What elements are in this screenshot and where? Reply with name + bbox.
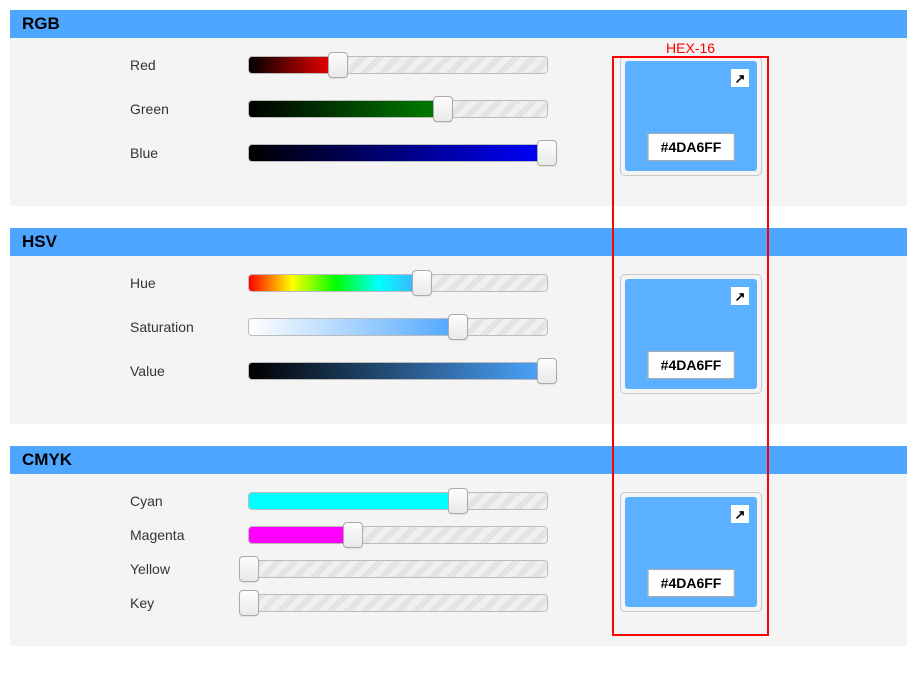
slider-row: Hue <box>130 274 570 292</box>
slider-label-yellow: Yellow <box>130 561 248 577</box>
track-inactive <box>249 595 547 611</box>
blue-slider[interactable] <box>248 144 548 162</box>
slider-label-red: Red <box>130 57 248 73</box>
slider-label-hue: Hue <box>130 275 248 291</box>
slider-thumb[interactable] <box>412 270 432 296</box>
track-active <box>249 363 547 379</box>
track-active <box>249 319 458 335</box>
slider-label-key: Key <box>130 595 248 611</box>
cyan-slider[interactable] <box>248 492 548 510</box>
highlight-label: HEX-16 <box>666 40 715 56</box>
track-active <box>249 145 547 161</box>
slider-thumb[interactable] <box>448 488 468 514</box>
slider-thumb[interactable] <box>343 522 363 548</box>
slider-label-value: Value <box>130 363 248 379</box>
value-slider[interactable] <box>248 362 548 380</box>
slider-thumb[interactable] <box>448 314 468 340</box>
hex-value[interactable]: #4DA6FF <box>648 351 735 379</box>
slider-row: Saturation <box>130 318 570 336</box>
track-active <box>249 57 338 73</box>
slider-row: Magenta <box>130 526 570 544</box>
slider-row: Green <box>130 100 570 118</box>
key-slider[interactable] <box>248 594 548 612</box>
track-inactive <box>458 319 547 335</box>
slider-thumb[interactable] <box>239 556 259 582</box>
track-inactive <box>353 527 547 543</box>
track-inactive <box>458 493 547 509</box>
slider-row: Yellow <box>130 560 570 578</box>
expand-icon[interactable]: ↗ <box>731 69 749 87</box>
slider-row: Cyan <box>130 492 570 510</box>
rgb-panel-title: RGB <box>10 10 907 38</box>
slider-label-saturation: Saturation <box>130 319 248 335</box>
track-inactive <box>422 275 547 291</box>
cmyk-color-swatch: ↗ #4DA6FF <box>620 492 762 612</box>
hex-value[interactable]: #4DA6FF <box>648 569 735 597</box>
cmyk-panel: CMYK Cyan Magenta <box>10 446 907 646</box>
green-slider[interactable] <box>248 100 548 118</box>
slider-thumb[interactable] <box>433 96 453 122</box>
slider-label-magenta: Magenta <box>130 527 248 543</box>
slider-thumb[interactable] <box>537 140 557 166</box>
track-inactive <box>338 57 547 73</box>
hex-value[interactable]: #4DA6FF <box>648 133 735 161</box>
track-active <box>249 101 443 117</box>
track-active <box>249 493 458 509</box>
hsv-color-swatch: ↗ #4DA6FF <box>620 274 762 394</box>
track-active <box>249 527 353 543</box>
magenta-slider[interactable] <box>248 526 548 544</box>
slider-row: Key <box>130 594 570 612</box>
track-active <box>249 275 422 291</box>
slider-thumb[interactable] <box>328 52 348 78</box>
slider-row: Value <box>130 362 570 380</box>
rgb-color-swatch: ↗ #4DA6FF <box>620 56 762 176</box>
slider-label-cyan: Cyan <box>130 493 248 509</box>
hue-slider[interactable] <box>248 274 548 292</box>
slider-thumb[interactable] <box>239 590 259 616</box>
expand-icon[interactable]: ↗ <box>731 287 749 305</box>
slider-thumb[interactable] <box>537 358 557 384</box>
track-inactive <box>443 101 547 117</box>
track-inactive <box>249 561 547 577</box>
slider-row: Red <box>130 56 570 74</box>
rgb-panel: RGB Red Green <box>10 10 907 206</box>
hsv-panel: HSV Hue Saturation <box>10 228 907 424</box>
slider-label-green: Green <box>130 101 248 117</box>
expand-icon[interactable]: ↗ <box>731 505 749 523</box>
slider-label-blue: Blue <box>130 145 248 161</box>
red-slider[interactable] <box>248 56 548 74</box>
saturation-slider[interactable] <box>248 318 548 336</box>
yellow-slider[interactable] <box>248 560 548 578</box>
hsv-panel-title: HSV <box>10 228 907 256</box>
cmyk-panel-title: CMYK <box>10 446 907 474</box>
slider-row: Blue <box>130 144 570 162</box>
